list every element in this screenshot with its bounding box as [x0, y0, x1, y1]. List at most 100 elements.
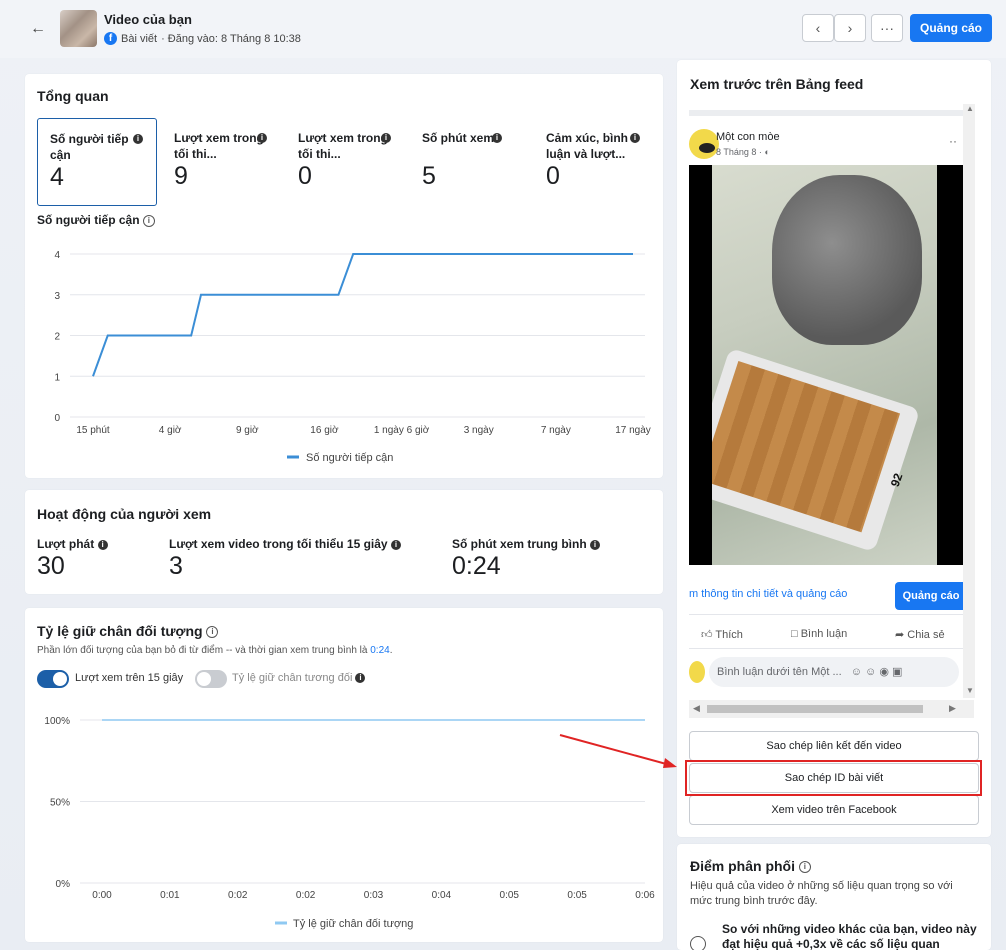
- x-tick-label: 16 giờ: [310, 425, 339, 436]
- preview-ads-button[interactable]: Quảng cáo: [895, 582, 963, 610]
- highlight-box: [685, 760, 982, 796]
- metric-views-min[interactable]: Lượt xem trong tối thi... i 9: [162, 118, 282, 206]
- y-tick-label: 2: [54, 332, 60, 343]
- top-bar: ← Video của bạn f Bài viết · Đăng vào: 8…: [0, 0, 1006, 58]
- chart-label: Số người tiếp cận i: [37, 213, 155, 227]
- score-icon: [690, 936, 706, 950]
- boost-ads-button[interactable]: Quảng cáo: [910, 14, 992, 42]
- stat-label: Lượt xem video trong tối thiểu 15 giây i: [169, 537, 401, 551]
- info-icon[interactable]: i: [206, 626, 219, 639]
- prev-button[interactable]: ‹: [802, 14, 834, 42]
- x-tick-label: 9 giờ: [236, 425, 259, 436]
- next-button[interactable]: ›: [834, 14, 866, 42]
- toggle-relative-label: Tỷ lệ giữ chân tương đối i: [232, 672, 366, 684]
- video-thumbnail[interactable]: [60, 10, 97, 47]
- y-tick-label: 0: [54, 413, 60, 424]
- x-tick-label: 0:03: [364, 890, 384, 901]
- toggle-views-15s[interactable]: [37, 670, 69, 688]
- watch-on-facebook-button[interactable]: Xem video trên Facebook: [689, 795, 979, 825]
- stat-value: 0:24: [452, 552, 501, 580]
- comment-button[interactable]: □ Bình luận: [791, 628, 847, 640]
- sticker-icon[interactable]: ☺: [851, 666, 862, 678]
- copy-link-button[interactable]: Sao chép liên kết đến video: [689, 731, 979, 761]
- preview-vertical-scrollbar[interactable]: ▲ ▼: [963, 104, 975, 698]
- x-tick-label: 0:04: [432, 890, 452, 901]
- camera-icon[interactable]: ◉: [879, 666, 889, 678]
- gif-icon[interactable]: ▣: [892, 666, 902, 678]
- feed-preview-frame: Một con mòe 8 Tháng 8 · ◐ ·· 92 m thông …: [689, 110, 963, 720]
- x-tick-label: 7 ngày: [541, 425, 571, 436]
- stat-value: 3: [169, 552, 183, 580]
- metric-reach[interactable]: Số người tiếp cận i 4: [37, 118, 157, 206]
- more-icon: ···: [880, 20, 894, 36]
- video-frame: 92: [712, 165, 937, 565]
- info-icon[interactable]: i: [630, 133, 640, 143]
- metric-value: 9: [174, 162, 188, 190]
- chevron-right-icon: ›: [847, 20, 853, 36]
- y-tick-label: 0%: [56, 879, 71, 890]
- metric-reactions[interactable]: Cảm xúc, bình luận và lượt... i 0: [534, 118, 654, 206]
- reach-chart: 0 1 2 3 4 15 phút 4 giờ 9 giờ 16 giờ 1 ngày 6 giờ…: [54, 250, 651, 464]
- info-icon[interactable]: i: [590, 539, 600, 550]
- x-tick-label: 3 ngày: [464, 425, 494, 436]
- share-button[interactable]: ➦ Chia sẻ: [895, 628, 945, 641]
- info-icon[interactable]: i: [492, 133, 502, 143]
- info-icon[interactable]: i: [97, 539, 108, 550]
- metric-label: Số người tiếp cận: [50, 132, 129, 162]
- video-player[interactable]: 92: [689, 165, 963, 565]
- y-tick-label: 3: [54, 291, 60, 302]
- x-tick-label: 0:00: [92, 890, 112, 901]
- comment-input[interactable]: Bình luận dưới tên Một ... ☺ ☺ ◉ ▣: [709, 657, 959, 687]
- stat-label: Lượt phát i: [37, 537, 108, 551]
- preview-horizontal-scrollbar[interactable]: ◀ ▶: [689, 700, 974, 718]
- avg-time-link[interactable]: 0:24: [370, 645, 389, 656]
- distribution-highlight: So với những video khác của bạn, video n…: [722, 922, 977, 950]
- metric-value: 0: [298, 162, 312, 190]
- metric-minutes[interactable]: Số phút xem i 5: [410, 118, 530, 206]
- toggle-relative-retention[interactable]: [195, 670, 227, 688]
- info-icon[interactable]: i: [142, 214, 155, 227]
- tablet-figure: [712, 347, 921, 553]
- like-button[interactable]: 👍︎ Thích: [701, 628, 743, 641]
- y-tick-label: 4: [54, 250, 60, 261]
- info-icon[interactable]: i: [355, 673, 366, 684]
- info-icon[interactable]: i: [133, 134, 143, 144]
- like-icon: 👍︎: [701, 629, 713, 641]
- comment-icon: □: [791, 628, 798, 640]
- commenter-avatar: [689, 661, 705, 683]
- x-tick-label: 0:05: [500, 890, 520, 901]
- emoji-icon[interactable]: ☺: [865, 666, 876, 678]
- post-subtitle: f Bài viết · Đăng vào: 8 Tháng 8 10:38: [104, 32, 301, 45]
- insights-link[interactable]: m thông tin chi tiết và quảng cáo: [689, 588, 847, 600]
- more-button[interactable]: ···: [871, 14, 903, 42]
- info-icon[interactable]: i: [257, 133, 267, 143]
- post-date: · Đăng vào: 8 Tháng 8 10:38: [161, 32, 301, 45]
- info-icon[interactable]: i: [390, 539, 401, 550]
- metric-value: 5: [422, 162, 436, 190]
- x-tick-label: 0:01: [160, 890, 180, 901]
- scroll-thumb[interactable]: [707, 705, 923, 713]
- viewer-activity-card: Hoạt động của người xem Lượt phát i 30 L…: [25, 490, 663, 594]
- x-tick-label: 0:02: [228, 890, 248, 901]
- toggle-knob: [53, 672, 67, 686]
- metric-label: Cảm xúc, bình luận và lượt...: [546, 131, 629, 161]
- retention-desc: Phần lớn đối tượng của bạn bỏ đi từ điểm…: [37, 645, 393, 656]
- post-more-icon[interactable]: ··: [949, 134, 957, 148]
- retention-title: Tỷ lệ giữ chân đối tượng i: [37, 623, 219, 639]
- y-tick-label: 1: [54, 372, 60, 383]
- x-tick-label: 1 ngày 6 giờ: [374, 425, 430, 436]
- info-icon[interactable]: i: [381, 133, 391, 143]
- toggle-views-15s-label: Lượt xem trên 15 giây: [75, 672, 184, 684]
- x-tick-label: 0:02: [296, 890, 316, 901]
- info-icon[interactable]: i: [798, 861, 811, 874]
- back-arrow-icon[interactable]: ←: [30, 20, 48, 38]
- viewer-activity-title: Hoạt động của người xem: [37, 506, 212, 522]
- metric-value: 4: [50, 163, 64, 191]
- legend-label: Số người tiếp cận: [306, 452, 393, 464]
- series-line-reach: [92, 253, 633, 377]
- metric-views-min-2[interactable]: Lượt xem trong tối thi... i 0: [286, 118, 406, 206]
- chevron-left-icon: ‹: [815, 20, 821, 36]
- metric-label: Lượt xem trong tối thi...: [174, 131, 264, 161]
- page-name[interactable]: Một con mòe: [716, 131, 780, 143]
- x-tick-label: 17 ngày: [615, 425, 651, 436]
